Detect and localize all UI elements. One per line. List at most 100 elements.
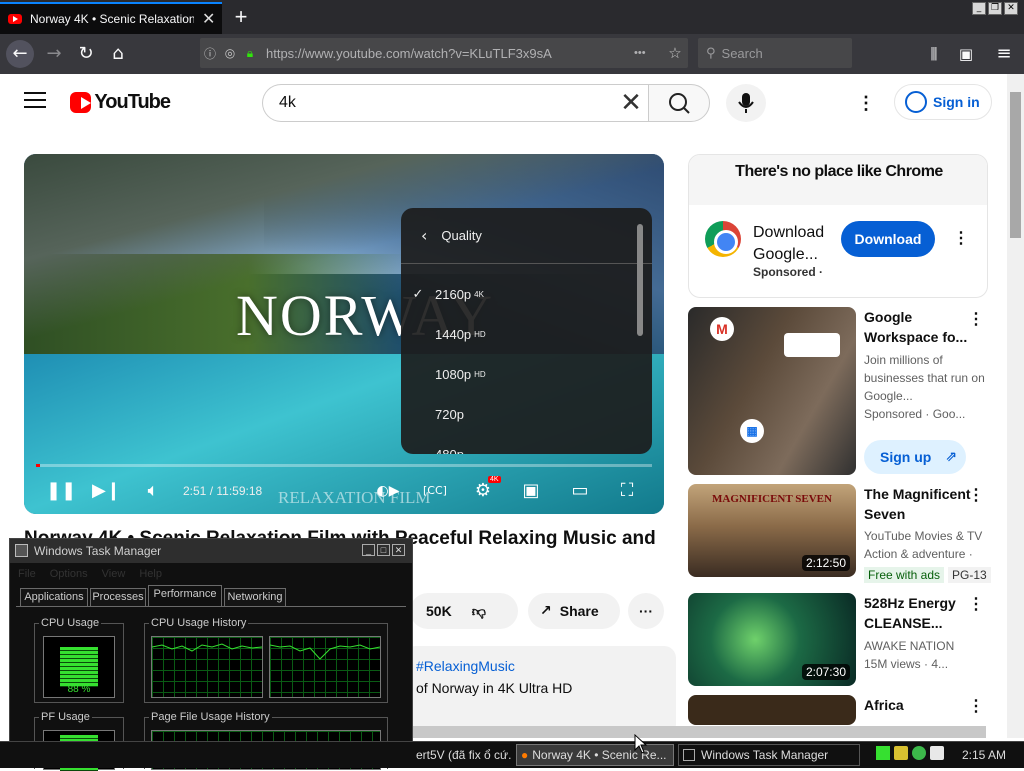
quality-option[interactable]: 1080p HD (401, 354, 652, 394)
theater-mode-icon[interactable]: ▭ (566, 476, 594, 506)
menu-hamburger-icon[interactable]: ≡ (990, 40, 1018, 68)
ad-more-icon[interactable]: ⋮ (953, 227, 969, 251)
video-thumbnail[interactable] (688, 695, 856, 725)
taskbar-item-active[interactable]: ● Norway 4K • Scenic Re... (516, 744, 674, 766)
tray-volume-icon[interactable] (930, 746, 944, 760)
related-title[interactable]: 528Hz Energy CLEANSE... (864, 593, 974, 633)
task-manager-window[interactable]: Windows Task Manager _ □ ✕ File Options … (9, 538, 413, 771)
voice-search-button[interactable] (726, 84, 766, 122)
youtube-search-button[interactable] (648, 84, 710, 122)
youtube-logo[interactable]: YouTube (70, 90, 171, 114)
video-thumbnail[interactable]: M ▦ (688, 307, 856, 475)
browser-tab-active[interactable]: Norway 4K • Scenic Relaxation Fil ✕ (0, 2, 222, 34)
window-close-button[interactable]: ✕ (1004, 2, 1018, 15)
related-more-icon[interactable]: ⋮ (968, 695, 984, 719)
bookmark-star-icon[interactable]: ☆ (662, 44, 688, 62)
related-title[interactable]: The Magnificent Seven (864, 484, 974, 524)
pf-history-label: Page File Usage History (149, 711, 272, 723)
fullscreen-icon[interactable]: ⛶ (614, 476, 640, 506)
tab-networking[interactable]: Networking (224, 588, 286, 606)
signup-button[interactable]: Sign up ⇗ (864, 440, 966, 474)
more-actions-button[interactable]: ··· (628, 593, 664, 629)
sign-in-button[interactable]: Sign in (894, 84, 992, 120)
settings-more-icon[interactable]: ⋮ (856, 90, 876, 116)
guide-menu-icon[interactable] (24, 92, 46, 110)
tray-cpu-icon[interactable] (876, 746, 890, 760)
quality-menu-scrollbar[interactable] (637, 224, 643, 336)
ad-download-button[interactable]: Download (841, 221, 935, 257)
horizontal-scrollbar[interactable] (412, 726, 986, 738)
info-icon[interactable]: ⓘ (200, 45, 220, 62)
taskbar-item[interactable]: ert5V (đã fix ổ cứ... (412, 744, 512, 766)
tm-minimize-button[interactable]: _ (362, 544, 375, 556)
menu-help[interactable]: Help (139, 568, 162, 580)
permissions-icon[interactable]: ◎ (220, 46, 240, 60)
description-box[interactable]: #RelaxingMusic of Norway in 4K Ultra HD (404, 646, 676, 736)
ad-title[interactable]: Download Google... (753, 222, 833, 266)
progress-bar[interactable] (36, 464, 652, 467)
video-player[interactable]: NORWAY RELAXATION FILM ‹ Quality ✓ 2160p… (24, 154, 664, 514)
page-actions-icon[interactable]: ••• (634, 47, 662, 59)
autoplay-toggle-icon[interactable]: ◐▶ (368, 476, 408, 506)
scrollbar-thumb[interactable] (1010, 92, 1021, 238)
window-maximize-button[interactable]: ❐ (988, 2, 1002, 15)
sidebar-toggle-icon[interactable]: ▣ (952, 40, 980, 68)
cpu-history-line-1 (151, 643, 263, 652)
quality-option[interactable]: ✓ 2160p 4K (401, 274, 652, 314)
url-text[interactable]: https://www.youtube.com/watch?v=KLuTLF3x… (266, 46, 634, 61)
dislike-icon[interactable]: 👎︎ (472, 603, 486, 620)
tab-close-icon[interactable]: ✕ (202, 9, 215, 29)
lock-icon[interactable]: 🔒︎ (240, 46, 260, 61)
related-title[interactable]: Africa (864, 695, 974, 715)
description-hashtag[interactable]: #RelaxingMusic (416, 658, 515, 674)
address-bar[interactable]: ⓘ ◎ 🔒︎ https://www.youtube.com/watch?v=K… (200, 38, 688, 68)
back-chevron-icon[interactable]: ‹ (421, 226, 427, 245)
menu-file[interactable]: File (18, 568, 36, 580)
quality-option[interactable]: 720p (401, 394, 652, 434)
quality-menu[interactable]: ‹ Quality ✓ 2160p 4K 1440p HD 1080p HD 720p… (401, 208, 652, 454)
quality-option[interactable]: 480p (401, 434, 652, 455)
quality-option[interactable]: 1440p HD (401, 314, 652, 354)
ad-banner[interactable]: There's no place like Chrome (689, 155, 987, 205)
tab-processes[interactable]: Processes (90, 588, 146, 606)
quality-option-label: 1080p (435, 366, 472, 382)
tray-app-icon[interactable] (894, 746, 908, 760)
pause-icon[interactable]: ❚❚ (46, 476, 76, 506)
sidebar-ad[interactable]: There's no place like Chrome Download Go… (688, 154, 988, 298)
volume-icon[interactable]: 🔈︎ (140, 476, 166, 506)
reload-icon[interactable]: ↻ (72, 40, 100, 68)
taskbar-item-taskmanager[interactable]: Windows Task Manager (678, 744, 860, 766)
task-manager-titlebar[interactable]: Windows Task Manager (10, 539, 412, 563)
related-more-icon[interactable]: ⋮ (968, 308, 984, 332)
browser-search-box[interactable]: ⚲ Search (698, 38, 852, 68)
share-button[interactable]: ↗ Share (528, 593, 620, 629)
video-thumbnail[interactable]: 2:07:30 (688, 593, 856, 686)
vertical-scrollbar[interactable] (1007, 74, 1024, 738)
related-more-icon[interactable]: ⋮ (968, 593, 984, 617)
menu-options[interactable]: Options (50, 568, 88, 580)
video-thumbnail[interactable]: MAGNIFICENT SEVEN 2:12:50 (688, 484, 856, 577)
tm-close-button[interactable]: ✕ (392, 544, 405, 556)
home-icon[interactable]: ⌂ (104, 40, 132, 68)
youtube-search-input[interactable]: 4k (262, 84, 650, 122)
tray-network-icon[interactable] (912, 746, 926, 760)
back-arrow-icon[interactable]: ← (6, 40, 34, 68)
tab-performance[interactable]: Performance (148, 585, 222, 606)
like-dislike-segment[interactable]: 50K 👎︎ (410, 593, 518, 629)
related-title[interactable]: Google Workspace fo... (864, 307, 974, 347)
window-minimize-button[interactable]: _ (972, 2, 986, 15)
tab-applications[interactable]: Applications (20, 588, 88, 606)
quality-menu-header[interactable]: ‹ Quality (401, 208, 652, 264)
library-icon[interactable]: ⫼ (920, 40, 948, 68)
like-count[interactable]: 50K (426, 603, 452, 619)
tm-maximize-button[interactable]: □ (377, 544, 390, 556)
next-icon[interactable]: ▶❙ (92, 476, 121, 506)
captions-icon[interactable]: [CC] (422, 476, 448, 506)
pf-usage-label: PF Usage (39, 711, 92, 723)
miniplayer-icon[interactable]: ▣ (518, 476, 544, 506)
related-more-icon[interactable]: ⋮ (968, 484, 984, 508)
new-tab-button[interactable]: + (228, 2, 254, 32)
menu-view[interactable]: View (102, 568, 126, 580)
clear-search-icon[interactable]: ✕ (616, 88, 646, 118)
forward-arrow-icon[interactable]: → (40, 40, 68, 68)
